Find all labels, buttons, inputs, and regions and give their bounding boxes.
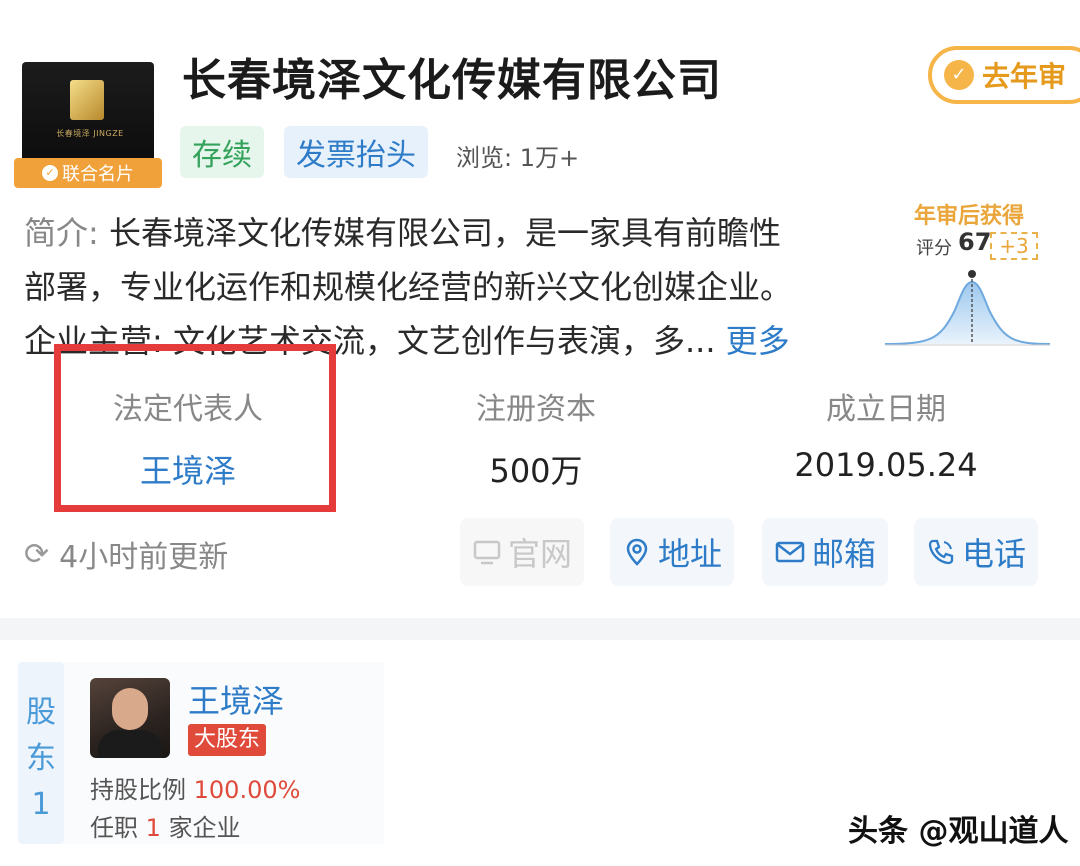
annual-audit-button[interactable]: ✓ 去年审: [928, 46, 1080, 104]
founded-value: 2019.05.24: [794, 446, 978, 484]
joint-card-badge[interactable]: ✓ 联合名片: [14, 158, 162, 188]
phone-button[interactable]: 电话: [914, 518, 1039, 586]
score-value: 67: [958, 228, 992, 256]
logo-mark: [70, 80, 104, 120]
company-name: 长春境泽文化传媒有限公司: [182, 55, 722, 106]
intro-label: 简介:: [24, 214, 99, 252]
joint-card-label: 联合名片: [62, 164, 134, 185]
founded-label: 成立日期: [826, 392, 946, 427]
address-button[interactable]: 地址: [610, 518, 735, 586]
monitor-icon: [472, 537, 502, 567]
score-distribution-curve: [884, 270, 1051, 346]
share-ratio: 持股比例 100.00%: [90, 770, 300, 805]
logo-text-graphic: 长春境泽 JINGZE: [56, 129, 124, 138]
address-label: 地址: [658, 535, 723, 573]
check-icon: ✓: [42, 165, 58, 181]
positions-prefix: 任职: [90, 814, 138, 842]
capital-value: 500万: [489, 452, 583, 490]
website-label: 官网: [508, 535, 573, 573]
avatar-face: [112, 688, 148, 730]
company-card: 长春境泽 JINGZE ✓ 联合名片 长春境泽文化传媒有限公司 ✓ 去年审 存续…: [0, 0, 1080, 618]
registered-capital: 注册资本 500万: [406, 384, 666, 492]
shield-check-icon: ✓: [944, 60, 974, 90]
positions-suffix: 家企业: [168, 814, 241, 842]
location-pin-icon: [622, 537, 652, 567]
view-count: 浏览: 1万+: [456, 144, 580, 172]
status-badge: 存续: [180, 126, 264, 178]
intro-line-2: 部署，专业化运作和规模化经营的新兴文化创媒企业。: [24, 268, 793, 306]
watermark: 头条 @观山道人: [848, 814, 1069, 849]
shareholder-tab[interactable]: 股东1: [18, 662, 64, 844]
update-text: 4小时前更新: [59, 540, 229, 575]
positions-held[interactable]: 任职 1 家企业: [90, 808, 241, 843]
share-ratio-value: 100.00%: [193, 776, 301, 804]
avatar[interactable]: [90, 678, 170, 758]
capital-label: 注册资本: [476, 392, 596, 427]
intro-line-1: 简介: 长春境泽文化传媒有限公司，是一家具有前瞻性: [24, 206, 864, 260]
founded-date: 成立日期 2019.05.24: [756, 384, 1016, 484]
envelope-icon: [774, 537, 806, 567]
avatar-shirt: [98, 730, 162, 758]
update-status[interactable]: ⟳ 4小时前更新: [24, 532, 228, 576]
audit-score-widget[interactable]: 年审后获得 评分 67 +3: [880, 196, 1060, 356]
score-label: 评分: [916, 238, 952, 259]
more-link[interactable]: 更多: [726, 322, 790, 360]
email-button[interactable]: 邮箱: [762, 518, 889, 586]
score-delta: +3: [990, 232, 1038, 260]
positions-count: 1: [145, 814, 161, 842]
invoice-title-button[interactable]: 发票抬头: [284, 126, 428, 178]
share-ratio-label: 持股比例: [90, 776, 186, 804]
red-highlight-box: [54, 344, 336, 512]
phone-icon: [926, 537, 956, 567]
shareholder-name[interactable]: 王境泽: [188, 676, 284, 722]
shareholder-item[interactable]: 王境泽 大股东 持股比例 100.00% 任职 1 家企业: [64, 662, 384, 844]
phone-label: 电话: [962, 535, 1027, 573]
major-shareholder-badge: 大股东: [188, 724, 267, 756]
email-label: 邮箱: [812, 535, 877, 573]
annual-audit-label: 去年审: [982, 60, 1067, 93]
website-button[interactable]: 官网: [460, 518, 585, 586]
score-title: 年审后获得: [914, 204, 1025, 229]
refresh-icon: ⟳: [24, 536, 50, 572]
intro-text-1: 长春境泽文化传媒有限公司，是一家具有前瞻性: [108, 214, 781, 252]
